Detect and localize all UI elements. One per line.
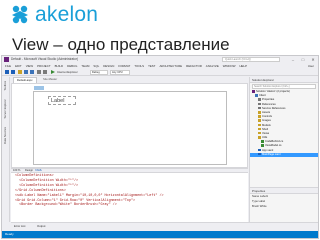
properties-panel: Properties Name Label1 Type Label Brush … <box>249 187 318 222</box>
open-folder-icon[interactable] <box>18 70 22 74</box>
tree-item-icon <box>258 123 261 127</box>
tree-item-icon <box>258 127 261 131</box>
slide-title: View – одно представление <box>12 35 230 54</box>
label-control[interactable]: Label <box>48 96 76 105</box>
maximize-icon[interactable]: □ <box>300 57 306 62</box>
tree-item-icon <box>258 115 261 118</box>
page-frame: Label <box>33 91 227 165</box>
data-sources-tab[interactable]: Data Sources <box>3 127 7 144</box>
design-surface: Label <box>11 83 248 168</box>
solution-tree: Solution 'Akelon' (2 projects) Client Prop… <box>250 90 318 157</box>
tree-item-label: Controls <box>262 115 273 119</box>
configuration-select[interactable]: Debug <box>90 70 108 75</box>
tree-item-icon <box>258 119 261 122</box>
minimize-icon[interactable]: – <box>290 57 296 62</box>
title-bar: Default - Microsoft Visual Studio (Admin… <box>2 56 318 63</box>
tree-item-icon <box>258 152 261 156</box>
xaml-code-editor[interactable]: <ColumnDefinitions> <ColumnDefinition Wi… <box>11 173 248 222</box>
tree-item-icon <box>258 106 261 110</box>
tree-item-label: Assets <box>262 110 271 114</box>
tree-item-label: References <box>262 102 276 106</box>
tree-item-icon <box>258 136 261 139</box>
redo-icon[interactable] <box>43 70 47 74</box>
quick-launch-input[interactable]: Quick Launch (Ctrl+Q) <box>222 57 280 62</box>
back-icon[interactable] <box>5 70 9 74</box>
akelon-logo-icon <box>12 5 28 24</box>
tree-item-label: Service References <box>262 106 286 110</box>
tree-item-label: Solution 'Akelon' (2 projects) <box>256 90 290 94</box>
tree-item[interactable]: MainPage.xaml <box>250 152 318 157</box>
tree-item-label: Utils <box>262 136 268 140</box>
window-controls: – □ ✕ <box>290 57 316 62</box>
solution-explorer-panel: Solution Explorer Search Solution Explor… <box>249 77 318 187</box>
run-target[interactable]: Internet Explorer <box>57 70 78 75</box>
tree-item-label: Shell <box>262 127 268 131</box>
designer-indicator <box>34 86 44 90</box>
tree-item-icon <box>252 90 255 93</box>
toolbar: Internet Explorer Debug Any CPU <box>2 69 318 76</box>
tree-item-icon <box>261 144 264 148</box>
logo-bar: akelon <box>0 0 320 30</box>
solution-explorer-title: Solution Explorer <box>250 77 318 83</box>
visual-studio-window: Default - Microsoft Visual Studio (Admin… <box>1 55 319 239</box>
tab-output[interactable]: Output <box>37 223 45 229</box>
forward-icon[interactable] <box>11 70 15 74</box>
platform-select[interactable]: Any CPU <box>110 70 130 75</box>
tree-item-icon <box>255 94 258 97</box>
solution-search-input[interactable]: Search Solution Explorer (Ctrl+;) <box>252 84 316 89</box>
side-tool-tabs: Toolbox Server Explorer Data Sources <box>2 77 10 222</box>
tree-item-icon <box>258 98 261 101</box>
status-bar: Ready <box>2 231 318 238</box>
save-all-icon[interactable] <box>30 70 34 74</box>
toolbox-tab[interactable]: Toolbox <box>3 81 7 91</box>
tree-item-label: Client <box>259 94 266 98</box>
tree-item-label: App.xaml <box>262 148 274 152</box>
status-text: Ready <box>5 232 14 236</box>
window-title: Default - Microsoft Visual Studio (Admin… <box>11 57 79 61</box>
tree-item-icon <box>258 148 261 152</box>
tree-item-label: MainPage.xaml <box>262 152 281 156</box>
server-explorer-tab[interactable]: Server Explorer <box>3 99 7 118</box>
tree-item-icon <box>261 140 264 143</box>
property-row[interactable]: Brush White <box>250 204 318 209</box>
tree-item-icon <box>258 110 261 114</box>
bottom-tool-tabs: Error List Output <box>11 222 318 228</box>
tree-item-label: ViewModel.cs <box>265 144 282 148</box>
start-debug-icon[interactable] <box>51 70 55 74</box>
visual-studio-icon <box>4 57 9 62</box>
tree-item-label: Images <box>262 119 271 123</box>
code-line: <Border Background="White" BorderBrush="… <box>15 203 117 208</box>
logo-text: akelon <box>35 3 99 26</box>
tree-item-label: CodeBehind.cs <box>265 140 284 144</box>
undo-icon[interactable] <box>37 70 41 74</box>
close-icon[interactable]: ✕ <box>310 57 316 62</box>
tree-item-label: Views <box>262 131 270 135</box>
tree-item-icon <box>258 131 261 135</box>
tree-item-icon <box>258 102 261 106</box>
tree-item-label: Properties <box>262 98 275 102</box>
save-icon[interactable] <box>24 70 28 74</box>
tree-item-label: Models <box>262 123 271 127</box>
tab-error-list[interactable]: Error List <box>14 223 25 229</box>
